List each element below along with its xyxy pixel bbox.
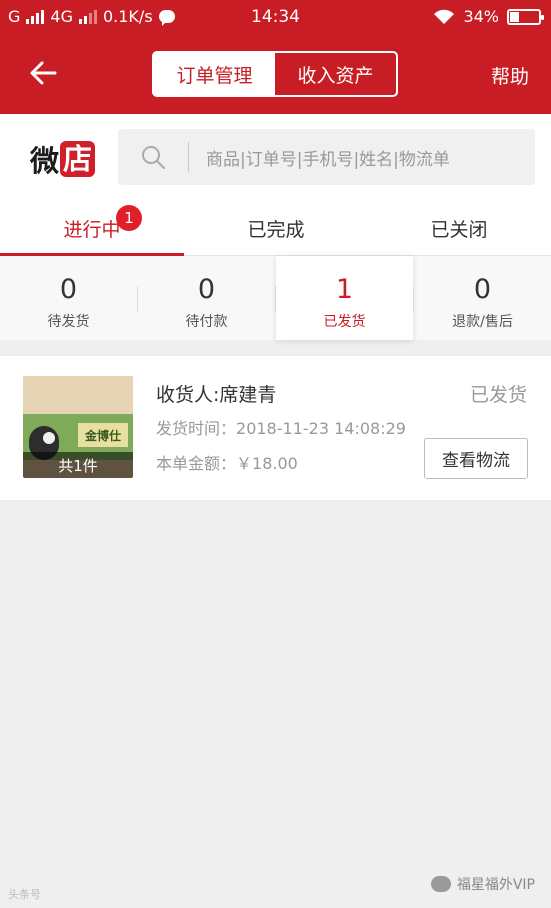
order-stats: 0 待发货 0 待付款 1 已发货 0 退款/售后 <box>0 256 551 340</box>
logo-wei: 微 <box>30 144 59 178</box>
tab-label: 已关闭 <box>430 218 488 241</box>
battery-percent: 34% <box>463 7 499 26</box>
status-bar: G 4G 0.1K/s 14:34 34% <box>0 0 551 34</box>
stat-pending-ship[interactable]: 0 待发货 <box>0 256 137 340</box>
order-receiver: 收货人:席建青 <box>156 384 277 406</box>
wechat-icon <box>430 876 451 892</box>
order-amount-value: ￥18.00 <box>236 454 298 473</box>
tab-order-management[interactable]: 订单管理 <box>154 53 275 95</box>
order-status-tabs: 进行中 1 已完成 已关闭 <box>0 200 551 256</box>
stat-value: 0 <box>197 274 216 305</box>
order-card[interactable]: 金博仕 共1件 收货人:席建青 已发货 发货时间：2018-11-23 14:0… <box>0 356 551 500</box>
stat-label: 待付款 <box>185 314 228 330</box>
battery-icon <box>507 8 544 25</box>
order-amount: 本单金额：￥18.00 <box>156 450 298 474</box>
watermark-right-text: 福星福外VIP <box>456 877 535 893</box>
stat-refund[interactable]: 0 退款/售后 <box>414 256 551 340</box>
search-icon <box>142 146 165 169</box>
tab-label: 进行中 <box>63 218 121 241</box>
status-right: 34% <box>433 7 544 26</box>
stat-pending-pay[interactable]: 0 待付款 <box>138 256 275 340</box>
tab-income-assets[interactable]: 收入资产 <box>275 53 396 95</box>
header-segment: 订单管理 收入资产 <box>152 51 398 97</box>
tab-closed[interactable]: 已关闭 <box>367 200 551 256</box>
product-thumbnail[interactable]: 金博仕 共1件 <box>23 376 133 478</box>
watermark-left: 头条号 <box>8 888 41 901</box>
ship-time-label: 发货时间： <box>156 419 237 438</box>
order-amount-label: 本单金额： <box>156 454 237 473</box>
order-status: 已发货 <box>469 384 527 406</box>
tab-badge: 1 <box>116 205 142 231</box>
search-row: 微 店 商品|订单号|手机号|姓名|物流单 <box>0 114 551 200</box>
search-divider <box>188 142 189 172</box>
thumb-brand-label: 金博仕 <box>78 423 128 447</box>
tab-completed[interactable]: 已完成 <box>184 200 368 256</box>
ship-time: 发货时间：2018-11-23 14:08:29 <box>156 415 406 439</box>
tab-label: 已完成 <box>247 218 305 241</box>
tab-in-progress[interactable]: 进行中 1 <box>0 200 184 256</box>
stat-value: 1 <box>335 274 354 305</box>
stat-label: 待发货 <box>47 314 90 330</box>
stat-value: 0 <box>59 274 78 305</box>
item-count: 共1件 <box>23 452 133 478</box>
stat-label: 已发货 <box>323 314 366 330</box>
back-arrow-icon[interactable] <box>28 58 58 88</box>
stat-value: 0 <box>473 274 492 305</box>
wifi-icon <box>434 9 455 24</box>
watermark-right: 福星福外VIP <box>430 874 535 894</box>
search-placeholder: 商品|订单号|手机号|姓名|物流单 <box>206 150 450 170</box>
view-logistics-button[interactable]: 查看物流 <box>424 438 528 479</box>
weidian-logo: 微 店 <box>30 138 96 180</box>
help-button[interactable]: 帮助 <box>491 62 529 89</box>
logo-dian: 店 <box>60 141 96 177</box>
search-input[interactable]: 商品|订单号|手机号|姓名|物流单 <box>118 129 535 185</box>
app-header: 订单管理 收入资产 帮助 <box>0 34 551 114</box>
stat-shipped[interactable]: 1 已发货 <box>276 256 413 340</box>
ship-time-value: 2018-11-23 14:08:29 <box>236 419 406 438</box>
stat-label: 退款/售后 <box>452 314 513 330</box>
